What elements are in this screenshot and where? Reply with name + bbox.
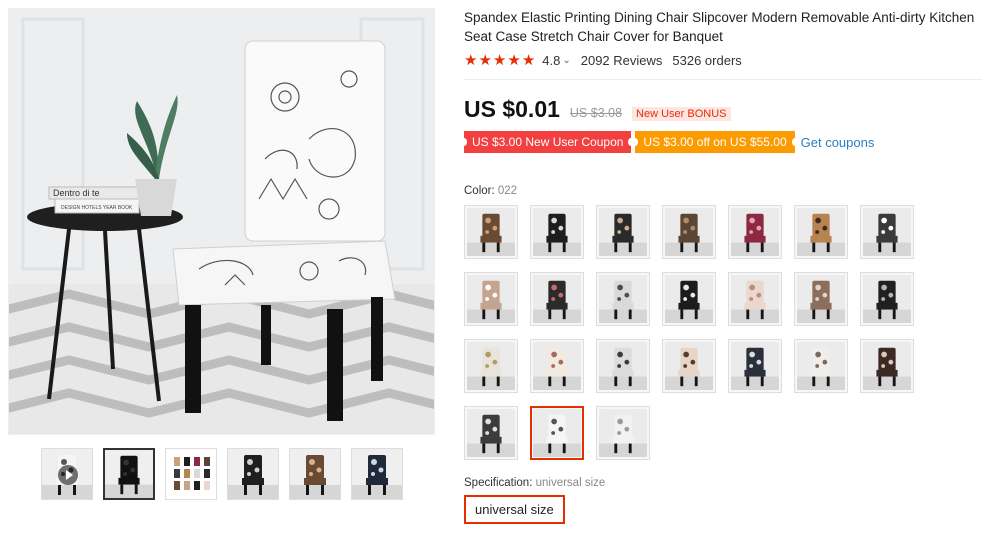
orders-count: 5326 orders	[672, 53, 742, 68]
divider	[464, 79, 982, 80]
rating-stars: ★ ★ ★ ★ ★	[464, 53, 535, 68]
play-icon[interactable]	[58, 465, 78, 485]
rating-row: ★ ★ ★ ★ ★ 4.8 ⌄ 2092 Reviews 5326 orders	[464, 53, 990, 68]
color-swatch[interactable]	[662, 272, 716, 326]
get-coupons-link[interactable]: Get coupons	[801, 135, 875, 150]
color-swatch[interactable]	[596, 272, 650, 326]
color-swatch[interactable]	[662, 205, 716, 259]
reviews-count[interactable]: 2092 Reviews	[581, 53, 663, 68]
star-icon: ★	[507, 52, 521, 69]
color-swatch[interactable]	[728, 205, 782, 259]
color-swatch[interactable]	[860, 205, 914, 259]
color-swatch[interactable]	[530, 272, 584, 326]
star-icon: ★	[464, 52, 478, 69]
thumb-floral-dark[interactable]	[227, 448, 279, 500]
thumb-video[interactable]	[41, 448, 93, 500]
thumb-floral-brown[interactable]	[289, 448, 341, 500]
color-swatch[interactable]	[530, 205, 584, 259]
specification-label-text: Specification:	[464, 477, 533, 489]
color-swatch[interactable]	[464, 406, 518, 460]
thumb-black-chair[interactable]	[103, 448, 155, 500]
book-subtitle: DESIGN HOTELS YEAR BOOK	[61, 205, 133, 211]
color-swatch[interactable]	[464, 339, 518, 393]
color-swatch[interactable]	[794, 272, 848, 326]
color-swatch[interactable]	[596, 406, 650, 460]
color-swatch[interactable]	[794, 205, 848, 259]
color-swatch[interactable]	[728, 339, 782, 393]
color-swatch[interactable]	[860, 339, 914, 393]
color-swatch[interactable]	[464, 272, 518, 326]
color-swatch[interactable]	[464, 205, 518, 259]
original-price: US $3.08	[569, 106, 623, 120]
main-product-image[interactable]: Dentro di te DESIGN HOTELS YEAR BOOK	[8, 8, 435, 435]
specification-label: Specification: universal size	[464, 477, 990, 489]
star-icon: ★	[478, 52, 492, 69]
rating-value[interactable]: 4.8	[542, 53, 560, 68]
star-icon: ★	[521, 52, 536, 69]
color-swatch[interactable]	[530, 339, 584, 393]
color-selected-value: 022	[497, 185, 518, 197]
chevron-down-icon[interactable]: ⌄	[562, 55, 570, 66]
color-swatches	[464, 205, 990, 460]
color-swatch[interactable]	[530, 406, 584, 460]
thumb-floral-navy[interactable]	[351, 448, 403, 500]
color-label: Color: 022	[464, 185, 990, 197]
thumbnail-strip	[41, 448, 403, 500]
color-swatch[interactable]	[728, 272, 782, 326]
price-row: US $0.01 US $3.08 New User BONUS	[464, 96, 990, 123]
color-label-text: Color:	[464, 185, 495, 197]
current-price: US $0.01	[464, 96, 560, 122]
star-icon: ★	[492, 52, 507, 69]
color-swatch[interactable]	[860, 272, 914, 326]
spec-option-universal-size[interactable]: universal size	[464, 495, 565, 524]
new-user-bonus-badge: New User BONUS	[632, 107, 731, 121]
color-swatch[interactable]	[794, 339, 848, 393]
book-title: Dentro di te	[53, 188, 100, 198]
color-swatch[interactable]	[596, 205, 650, 259]
main-image-illustration: Dentro di te DESIGN HOTELS YEAR BOOK	[9, 9, 434, 434]
color-swatch[interactable]	[596, 339, 650, 393]
specification-selected-value: universal size	[535, 477, 606, 489]
store-coupon[interactable]: US $3.00 off on US $55.00	[632, 131, 798, 153]
coupon-row: US $3.00 New User Coupon US $3.00 off on…	[460, 131, 990, 153]
product-title: Spandex Elastic Printing Dining Chair Sl…	[464, 10, 975, 44]
product-info-panel: Spandex Elastic Printing Dining Chair Sl…	[460, 8, 990, 524]
color-swatch[interactable]	[662, 339, 716, 393]
thumb-size-chart[interactable]	[165, 448, 217, 500]
new-user-coupon[interactable]: US $3.00 New User Coupon	[460, 131, 635, 153]
